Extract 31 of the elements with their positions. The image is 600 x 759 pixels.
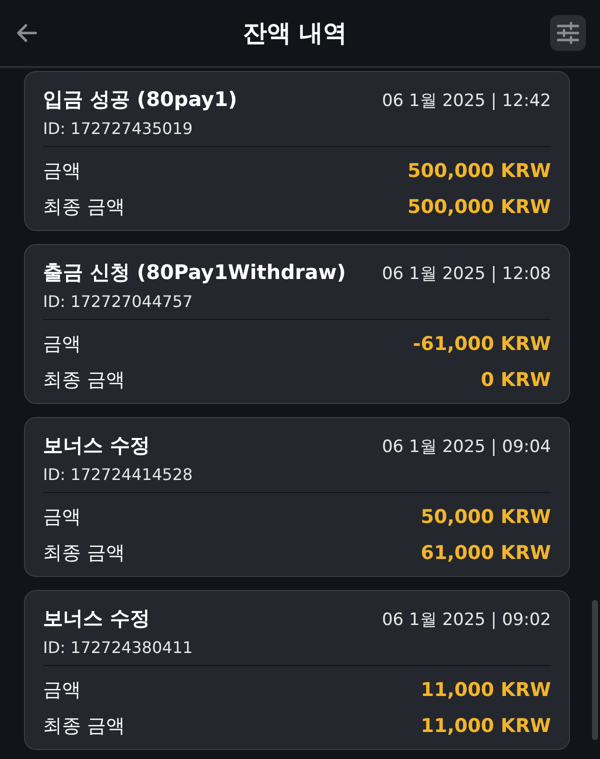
amount-value: 500,000 KRW [408, 160, 551, 182]
transaction-datetime: 06 1월 2025 | 09:04 [382, 436, 551, 458]
amount-label: 금액 [43, 505, 81, 530]
amount-value: 500,000 KRW [408, 196, 551, 218]
transaction-title: 보너스 수정 [43, 605, 150, 632]
transaction-title: 입금 성공 (80pay1) [43, 86, 238, 113]
scrollbar[interactable] [592, 600, 598, 740]
amount-value: 50,000 KRW [420, 506, 551, 528]
transaction-datetime: 06 1월 2025 | 12:42 [382, 90, 551, 112]
filter-button[interactable] [550, 15, 586, 51]
amount-label: 최종 금액 [43, 714, 126, 739]
transaction-id: ID: 172727435019 [43, 119, 194, 138]
amount-label: 최종 금액 [43, 195, 126, 220]
transaction-id: ID: 172724414528 [43, 465, 194, 484]
amount-value: 11,000 KRW [420, 679, 551, 701]
amount-label: 금액 [43, 332, 81, 357]
amount-value: -61,000 KRW [412, 333, 551, 355]
amount-value: 11,000 KRW [420, 715, 551, 737]
transaction-title: 보너스 수정 [43, 432, 150, 459]
amount-label: 금액 [43, 159, 81, 184]
page-title: 잔액 내역 [242, 18, 348, 49]
amount-label: 최종 금액 [43, 368, 126, 393]
amount-value: 0 KRW [480, 369, 551, 391]
amount-value: 61,000 KRW [420, 542, 551, 564]
transaction-id: ID: 172727044757 [43, 292, 194, 311]
amount-label: 금액 [43, 678, 81, 703]
transaction-datetime: 06 1월 2025 | 12:08 [382, 263, 551, 285]
transaction-datetime: 06 1월 2025 | 09:02 [382, 609, 551, 631]
transaction-title: 출금 신청 (80Pay1Withdraw) [43, 259, 346, 286]
amount-label: 최종 금액 [43, 541, 126, 566]
transaction-id: ID: 172724380411 [43, 638, 194, 657]
